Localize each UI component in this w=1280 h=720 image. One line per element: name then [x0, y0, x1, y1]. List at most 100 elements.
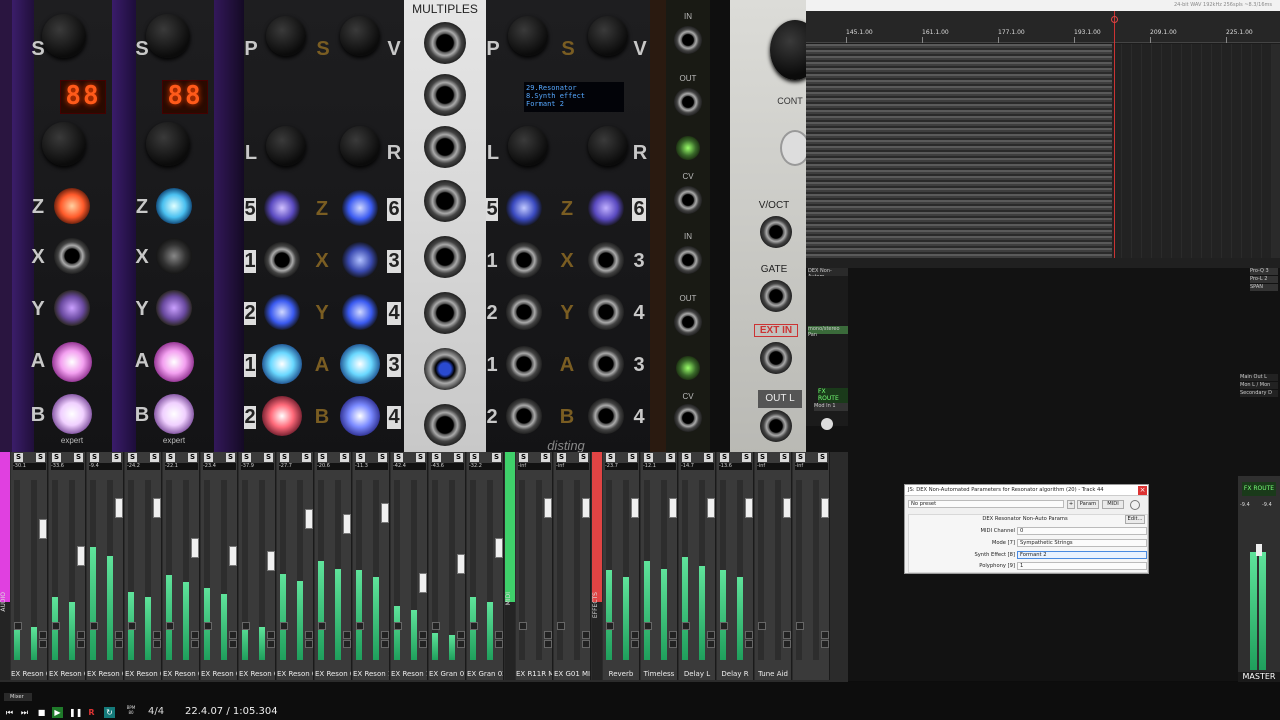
- mute-button[interactable]: [644, 622, 652, 630]
- fx-button[interactable]: [669, 640, 677, 648]
- volume-fader[interactable]: [419, 573, 427, 594]
- solo-button[interactable]: S: [188, 453, 197, 462]
- solo-button[interactable]: S: [579, 453, 588, 462]
- mute-button[interactable]: [166, 622, 174, 630]
- fx-slot[interactable]: Pro-Q 3: [1250, 268, 1278, 275]
- solo-button[interactable]: S: [112, 453, 121, 462]
- volume-fader[interactable]: [783, 498, 791, 518]
- phase-button[interactable]: [153, 631, 161, 639]
- led-jack[interactable]: [264, 190, 300, 226]
- fx-button[interactable]: [39, 640, 47, 648]
- phase-button[interactable]: [191, 631, 199, 639]
- led-jack[interactable]: [154, 342, 194, 382]
- mute-button[interactable]: [90, 622, 98, 630]
- fx-button[interactable]: [631, 640, 639, 648]
- solo-button[interactable]: S: [204, 453, 213, 462]
- fx-button[interactable]: [544, 640, 552, 648]
- horizontal-scrollbar[interactable]: [806, 258, 1280, 268]
- time-signature[interactable]: 4/4: [148, 706, 164, 717]
- solo-button[interactable]: S: [454, 453, 463, 462]
- jack[interactable]: [674, 26, 702, 54]
- solo-button[interactable]: S: [416, 453, 425, 462]
- mute-button[interactable]: [280, 622, 288, 630]
- midi-channel-select[interactable]: 0: [1017, 527, 1147, 535]
- mixer-tab[interactable]: Mixer: [4, 693, 32, 701]
- jack[interactable]: [424, 126, 466, 168]
- play-icon[interactable]: ▶: [52, 707, 63, 718]
- add-preset-button[interactable]: +: [1067, 500, 1075, 509]
- mixer-strip[interactable]: S S -12.1 Timeless: [641, 452, 678, 680]
- volume-fader[interactable]: [669, 498, 677, 518]
- phase-button[interactable]: [381, 631, 389, 639]
- track-name[interactable]: mono/stereo Pan: [808, 326, 848, 338]
- mixer-strip[interactable]: S S-27.7 EX Reson 08: [277, 452, 314, 680]
- jack[interactable]: [760, 342, 792, 374]
- jack[interactable]: [588, 242, 624, 278]
- phase-button[interactable]: [229, 631, 237, 639]
- solo-button[interactable]: S: [14, 453, 23, 462]
- jack[interactable]: [424, 292, 466, 334]
- solo-button[interactable]: S: [720, 453, 729, 462]
- led-jack[interactable]: [506, 190, 542, 226]
- jack[interactable]: [54, 238, 90, 274]
- jack[interactable]: [760, 410, 792, 442]
- phase-button[interactable]: [582, 631, 590, 639]
- phase-button[interactable]: [77, 631, 85, 639]
- solo-button[interactable]: S: [128, 453, 137, 462]
- jack[interactable]: [424, 404, 466, 446]
- solo-button[interactable]: S: [356, 453, 365, 462]
- solo-button[interactable]: S: [340, 453, 349, 462]
- volume-fader[interactable]: [381, 502, 389, 523]
- led-jack[interactable]: [156, 290, 192, 326]
- solo-button[interactable]: S: [166, 453, 175, 462]
- led-jack[interactable]: [340, 344, 380, 384]
- fx-button[interactable]: [77, 640, 85, 648]
- led-jack[interactable]: [264, 294, 300, 330]
- phase-button[interactable]: [267, 631, 275, 639]
- jack[interactable]: [674, 186, 702, 214]
- power-icon[interactable]: [1130, 500, 1140, 510]
- fx-slot[interactable]: Pro-L 2: [1250, 276, 1278, 283]
- button[interactable]: [780, 130, 806, 166]
- solo-button[interactable]: S: [758, 453, 767, 462]
- knob[interactable]: [588, 16, 628, 56]
- mode-select[interactable]: Sympathetic Strings: [1017, 539, 1147, 547]
- jack[interactable]: [424, 348, 466, 390]
- led-jack[interactable]: [54, 188, 90, 224]
- solo-button[interactable]: S: [780, 453, 789, 462]
- jack[interactable]: [506, 294, 542, 330]
- phase-button[interactable]: [495, 631, 503, 639]
- mixer-strip[interactable]: S S -32.2 EX Gran 02: [467, 452, 504, 680]
- solo-button[interactable]: S: [519, 453, 528, 462]
- solo-button[interactable]: S: [52, 453, 61, 462]
- jack[interactable]: [506, 398, 542, 434]
- phase-button[interactable]: [343, 631, 351, 639]
- phase-button[interactable]: [115, 631, 123, 639]
- mixer-strip[interactable]: S S-24.2 EX Reson 04: [125, 452, 162, 680]
- fx-button[interactable]: [745, 640, 753, 648]
- solo-button[interactable]: S: [492, 453, 501, 462]
- knob[interactable]: [770, 20, 806, 80]
- led-jack[interactable]: [342, 294, 378, 330]
- mute-button[interactable]: [52, 622, 60, 630]
- phase-button[interactable]: [783, 631, 791, 639]
- volume-fader[interactable]: [39, 518, 47, 539]
- solo-button[interactable]: S: [704, 453, 713, 462]
- fx-slot[interactable]: SPAN: [1250, 284, 1278, 291]
- bpm-display[interactable]: BPM 80: [124, 705, 138, 719]
- fx-button[interactable]: [115, 640, 123, 648]
- polyphony-select[interactable]: 1: [1017, 562, 1147, 570]
- mute-button[interactable]: [682, 622, 690, 630]
- mute-button[interactable]: [242, 622, 250, 630]
- mixer-strip[interactable]: S S-inf EX R11R MIDI: [516, 452, 553, 680]
- knob[interactable]: [266, 16, 306, 56]
- solo-button[interactable]: S: [606, 453, 615, 462]
- volume-fader[interactable]: [191, 538, 199, 558]
- solo-button[interactable]: S: [682, 453, 691, 462]
- volume-fader[interactable]: [343, 514, 351, 534]
- phase-button[interactable]: [39, 631, 47, 639]
- master-fx-route[interactable]: FX ROUTE: [1242, 482, 1276, 496]
- mixer-strip[interactable]: S S -13.6 Delay R: [717, 452, 754, 680]
- mute-button[interactable]: [356, 622, 364, 630]
- phase-button[interactable]: [419, 631, 427, 639]
